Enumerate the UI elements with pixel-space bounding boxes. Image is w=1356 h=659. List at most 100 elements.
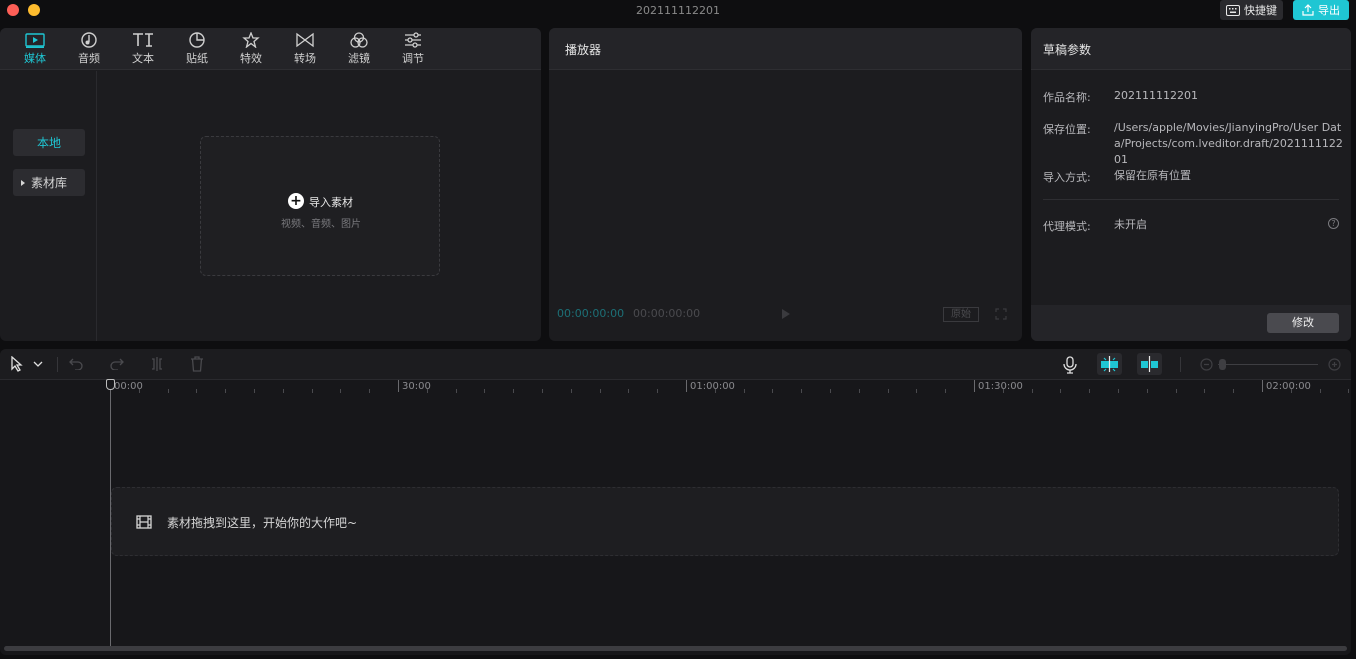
modify-button[interactable]: 修改 [1267,313,1339,333]
field-value-path: /Users/apple/Movies/JianyingPro/User Dat… [1114,121,1343,166]
ruler-minor-tick [340,389,341,393]
transition-icon [296,32,314,48]
zoom-slider[interactable] [1218,364,1318,365]
import-media-zone[interactable]: + 导入素材 视频、音频、图片 [200,136,440,276]
draft-header: 草稿参数 [1031,28,1351,70]
ruler-minor-tick [1032,389,1033,393]
tab-label: 音频 [78,52,100,65]
field-label-path: 保存位置: [1043,123,1091,136]
ruler-minor-tick [254,389,255,393]
ruler-minor-tick [513,389,514,393]
tab-label: 转场 [294,52,316,65]
export-button[interactable]: 导出 [1293,0,1349,20]
field-label-name: 作品名称: [1043,91,1091,104]
ruler-minor-tick [1089,389,1090,393]
help-icon[interactable]: ? [1328,218,1339,229]
ruler-minor-tick [1233,389,1234,393]
shortcut-button[interactable]: 快捷键 [1220,0,1283,20]
redo-icon[interactable] [110,356,124,370]
effects-icon [242,32,260,48]
ruler-minor-tick [859,389,860,393]
ruler-minor-tick [715,389,716,393]
select-cursor-icon[interactable] [10,356,24,372]
timeline-drop-zone[interactable]: 素材拖拽到这里，开始你的大作吧~ [111,487,1339,556]
field-value-proxy: 未开启 [1114,218,1147,231]
split-icon[interactable] [150,356,164,372]
player-header: 播放器 [549,28,1022,70]
ruler-label: 01:30:00 [978,381,1023,392]
ruler-minor-tick [772,389,773,393]
ruler-minor-tick [456,389,457,393]
ruler-minor-tick [830,389,831,393]
delete-icon[interactable] [190,356,204,372]
tab-media[interactable]: 媒体 [8,32,62,68]
ruler-minor-tick [945,389,946,393]
play-icon[interactable] [781,308,791,320]
zoom-in-icon[interactable] [1328,358,1341,371]
microphone-icon[interactable] [1063,356,1077,374]
tab-adjust[interactable]: 调节 [386,32,440,68]
field-label-proxy: 代理模式: [1043,220,1091,233]
sidebar-item-local[interactable]: 本地 [13,129,85,156]
playhead-handle[interactable] [106,379,115,390]
undo-icon[interactable] [69,356,83,370]
timeline-ruler[interactable]: 00:00 30:00 01:00:00 01:30:00 02:00:00 [0,380,1351,400]
adjust-icon [405,32,421,48]
ruler-minor-tick [1204,389,1205,393]
tab-sticker[interactable]: 贴纸 [170,32,224,68]
text-icon [133,33,153,47]
media-icon [25,33,45,48]
ruler-minor-tick [542,389,543,393]
title-bar: 202111112201 快捷键 导出 [0,0,1356,22]
ruler-minor-tick [801,389,802,393]
divider [1043,199,1339,200]
ruler-minor-tick [225,389,226,393]
ruler-label: 02:00:00 [1266,381,1311,392]
player-title: 播放器 [565,43,602,57]
ruler-minor-tick [1320,389,1321,393]
draft-footer: 修改 [1031,305,1351,341]
current-time: 00:00:00:00 [557,307,625,320]
ratio-button[interactable]: 原始 [943,307,979,322]
export-icon [1302,4,1314,16]
tab-filter[interactable]: 滤镜 [332,32,386,68]
ruler-tick [974,380,975,392]
field-value-import: 保留在原有位置 [1114,169,1191,182]
timeline-toolbar [0,349,1351,380]
ruler-minor-tick [1176,389,1177,393]
ruler-minor-tick [1348,389,1349,393]
tab-effects[interactable]: 特效 [224,32,278,68]
main-track-magnet-button[interactable] [1097,353,1122,375]
chevron-down-icon[interactable] [33,361,43,367]
fullscreen-icon[interactable] [995,308,1007,320]
ruler-minor-tick [600,389,601,393]
ruler-minor-tick [139,389,140,393]
total-time: 00:00:00:00 [633,307,701,320]
ruler-minor-tick [168,389,169,393]
sidebar-item-library[interactable]: 素材库 [13,169,85,196]
ruler-minor-tick [369,389,370,393]
horizontal-scrollbar[interactable] [4,646,1347,651]
filter-icon [350,32,368,48]
player-panel: 播放器 00:00:00:00 00:00:00:00 原始 [549,28,1022,341]
ruler-minor-tick [1118,389,1119,393]
film-icon [136,515,152,529]
zoom-slider-handle[interactable] [1219,359,1226,370]
sidebar-item-label: 素材库 [31,176,68,190]
draft-title: 草稿参数 [1043,43,1092,57]
tab-transition[interactable]: 转场 [278,32,332,68]
tab-label: 媒体 [24,52,46,65]
ruler-minor-tick [283,389,284,393]
zoom-out-icon[interactable] [1200,358,1213,371]
linkage-button[interactable] [1137,353,1162,375]
ruler-minor-tick [1060,389,1061,393]
ruler-tick [398,380,399,392]
window-title: 202111112201 [636,4,720,17]
ruler-minor-tick [427,389,428,393]
tab-text[interactable]: 文本 [116,32,170,68]
magnet-icon [1101,356,1118,372]
tab-label: 特效 [240,52,262,65]
ruler-label: 01:00:00 [690,381,735,392]
tab-audio[interactable]: 音频 [62,32,116,68]
audio-icon [81,32,97,48]
